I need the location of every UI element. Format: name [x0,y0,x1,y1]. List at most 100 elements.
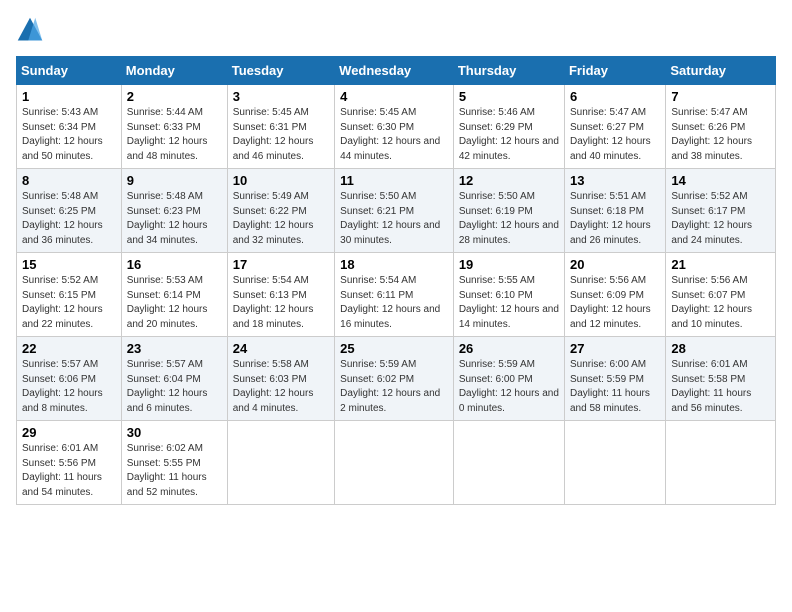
calendar-cell: 13 Sunrise: 5:51 AMSunset: 6:18 PMDayligh… [564,169,665,253]
calendar-cell: 28 Sunrise: 6:01 AMSunset: 5:58 PMDayligh… [666,337,776,421]
day-number: 15 [22,257,116,272]
day-number: 30 [127,425,222,440]
day-number: 6 [570,89,660,104]
calendar-cell: 25Sunrise: 5:59 AMSunset: 6:02 PMDayligh… [335,337,454,421]
calendar-cell: 21 Sunrise: 5:56 AMSunset: 6:07 PMDayligh… [666,253,776,337]
calendar-cell: 30 Sunrise: 6:02 AMSunset: 5:55 PMDayligh… [121,421,227,505]
day-number: 1 [22,89,116,104]
calendar-cell [564,421,665,505]
day-number: 3 [233,89,329,104]
calendar-cell: 20 Sunrise: 5:56 AMSunset: 6:09 PMDayligh… [564,253,665,337]
cell-info: Sunrise: 5:50 AMSunset: 6:21 PMDaylight:… [340,191,440,246]
cell-info: Sunrise: 5:56 AMSunset: 6:07 PMDaylight:… [671,275,752,330]
day-number: 21 [671,257,770,272]
logo-icon [16,16,44,44]
calendar-cell: 2 Sunrise: 5:44 AMSunset: 6:33 PMDaylight… [121,85,227,169]
cell-info: Sunrise: 6:01 AMSunset: 5:58 PMDaylight:… [671,359,751,414]
day-number: 24 [233,341,329,356]
cell-info: Sunrise: 5:54 AMSunset: 6:13 PMDaylight:… [233,275,314,330]
day-number: 2 [127,89,222,104]
day-number: 14 [671,173,770,188]
day-number: 26 [459,341,559,356]
calendar-cell: 15 Sunrise: 5:52 AMSunset: 6:15 PMDayligh… [17,253,122,337]
cell-info: Sunrise: 5:55 AMSunset: 6:10 PMDaylight:… [459,275,559,330]
calendar-cell: 5 Sunrise: 5:46 AMSunset: 6:29 PMDaylight… [453,85,564,169]
col-header-thursday: Thursday [453,57,564,85]
cell-info: Sunrise: 5:56 AMSunset: 6:09 PMDaylight:… [570,275,651,330]
calendar-cell: 1 Sunrise: 5:43 AMSunset: 6:34 PMDaylight… [17,85,122,169]
day-number: 19 [459,257,559,272]
col-header-sunday: Sunday [17,57,122,85]
day-number: 18 [340,257,448,272]
week-row: 15 Sunrise: 5:52 AMSunset: 6:15 PMDayligh… [17,253,776,337]
day-number: 28 [671,341,770,356]
cell-info: Sunrise: 6:01 AMSunset: 5:56 PMDaylight:… [22,443,102,498]
calendar-cell: 4 Sunrise: 5:45 AMSunset: 6:30 PMDaylight… [335,85,454,169]
col-header-friday: Friday [564,57,665,85]
col-header-wednesday: Wednesday [335,57,454,85]
day-number: 17 [233,257,329,272]
cell-info: Sunrise: 5:43 AMSunset: 6:34 PMDaylight:… [22,107,103,162]
calendar-cell: 22Sunrise: 5:57 AMSunset: 6:06 PMDayligh… [17,337,122,421]
calendar-cell: 7 Sunrise: 5:47 AMSunset: 6:26 PMDaylight… [666,85,776,169]
col-header-tuesday: Tuesday [227,57,334,85]
day-number: 4 [340,89,448,104]
cell-info: Sunrise: 6:02 AMSunset: 5:55 PMDaylight:… [127,443,207,498]
cell-info: Sunrise: 5:45 AMSunset: 6:31 PMDaylight:… [233,107,314,162]
cell-info: Sunrise: 5:58 AMSunset: 6:03 PMDaylight:… [233,359,314,414]
calendar-cell: 6 Sunrise: 5:47 AMSunset: 6:27 PMDaylight… [564,85,665,169]
cell-info: Sunrise: 5:47 AMSunset: 6:27 PMDaylight:… [570,107,651,162]
week-row: 22Sunrise: 5:57 AMSunset: 6:06 PMDayligh… [17,337,776,421]
calendar-cell: 29 Sunrise: 6:01 AMSunset: 5:56 PMDayligh… [17,421,122,505]
cell-info: Sunrise: 5:50 AMSunset: 6:19 PMDaylight:… [459,191,559,246]
cell-info: Sunrise: 5:52 AMSunset: 6:15 PMDaylight:… [22,275,103,330]
cell-info: Sunrise: 5:49 AMSunset: 6:22 PMDaylight:… [233,191,314,246]
day-number: 29 [22,425,116,440]
calendar-cell [335,421,454,505]
cell-info: Sunrise: 5:52 AMSunset: 6:17 PMDaylight:… [671,191,752,246]
calendar-table: SundayMondayTuesdayWednesdayThursdayFrid… [16,56,776,505]
day-number: 12 [459,173,559,188]
cell-info: Sunrise: 5:47 AMSunset: 6:26 PMDaylight:… [671,107,752,162]
day-number: 20 [570,257,660,272]
cell-info: Sunrise: 5:46 AMSunset: 6:29 PMDaylight:… [459,107,559,162]
calendar-cell: 17 Sunrise: 5:54 AMSunset: 6:13 PMDayligh… [227,253,334,337]
logo [16,16,48,44]
calendar-cell: 23 Sunrise: 5:57 AMSunset: 6:04 PMDayligh… [121,337,227,421]
cell-info: Sunrise: 5:44 AMSunset: 6:33 PMDaylight:… [127,107,208,162]
day-number: 7 [671,89,770,104]
calendar-cell: 24 Sunrise: 5:58 AMSunset: 6:03 PMDayligh… [227,337,334,421]
week-row: 1 Sunrise: 5:43 AMSunset: 6:34 PMDaylight… [17,85,776,169]
cell-info: Sunrise: 6:00 AMSunset: 5:59 PMDaylight:… [570,359,650,414]
cell-info: Sunrise: 5:51 AMSunset: 6:18 PMDaylight:… [570,191,651,246]
week-row: 29 Sunrise: 6:01 AMSunset: 5:56 PMDayligh… [17,421,776,505]
calendar-cell: 8Sunrise: 5:48 AMSunset: 6:25 PMDaylight… [17,169,122,253]
header-row: SundayMondayTuesdayWednesdayThursdayFrid… [17,57,776,85]
calendar-cell: 10Sunrise: 5:49 AMSunset: 6:22 PMDayligh… [227,169,334,253]
day-number: 5 [459,89,559,104]
cell-info: Sunrise: 5:45 AMSunset: 6:30 PMDaylight:… [340,107,440,162]
calendar-cell [666,421,776,505]
cell-info: Sunrise: 5:59 AMSunset: 6:02 PMDaylight:… [340,359,440,414]
day-number: 11 [340,173,448,188]
cell-info: Sunrise: 5:53 AMSunset: 6:14 PMDaylight:… [127,275,208,330]
day-number: 8 [22,173,116,188]
calendar-cell: 27 Sunrise: 6:00 AMSunset: 5:59 PMDayligh… [564,337,665,421]
calendar-cell [453,421,564,505]
cell-info: Sunrise: 5:54 AMSunset: 6:11 PMDaylight:… [340,275,440,330]
cell-info: Sunrise: 5:57 AMSunset: 6:04 PMDaylight:… [127,359,208,414]
calendar-cell: 11 Sunrise: 5:50 AMSunset: 6:21 PMDayligh… [335,169,454,253]
day-number: 13 [570,173,660,188]
calendar-cell: 26 Sunrise: 5:59 AMSunset: 6:00 PMDayligh… [453,337,564,421]
day-number: 27 [570,341,660,356]
col-header-monday: Monday [121,57,227,85]
calendar-cell: 9 Sunrise: 5:48 AMSunset: 6:23 PMDaylight… [121,169,227,253]
calendar-cell: 18 Sunrise: 5:54 AMSunset: 6:11 PMDayligh… [335,253,454,337]
cell-info: Sunrise: 5:57 AMSunset: 6:06 PMDaylight:… [22,359,103,414]
day-number: 9 [127,173,222,188]
cell-info: Sunrise: 5:59 AMSunset: 6:00 PMDaylight:… [459,359,559,414]
cell-info: Sunrise: 5:48 AMSunset: 6:23 PMDaylight:… [127,191,208,246]
calendar-cell [227,421,334,505]
day-number: 23 [127,341,222,356]
calendar-cell: 14 Sunrise: 5:52 AMSunset: 6:17 PMDayligh… [666,169,776,253]
